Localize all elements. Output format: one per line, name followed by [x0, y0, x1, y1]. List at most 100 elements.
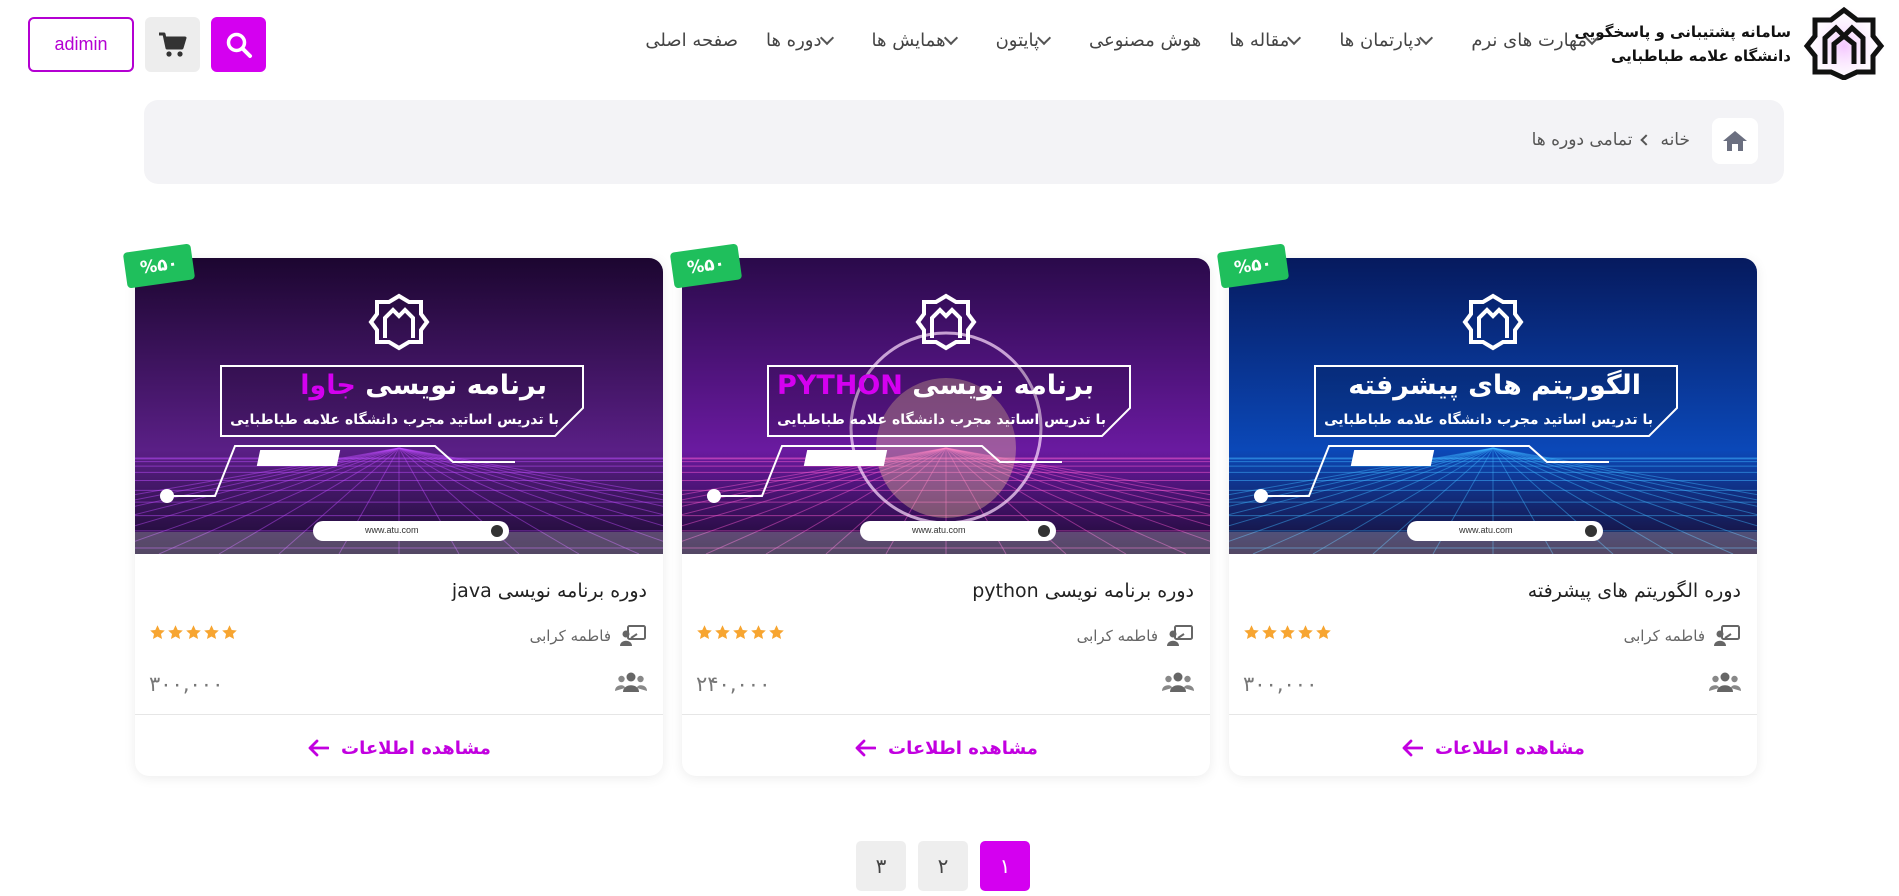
page-button-1[interactable]: ۱: [980, 841, 1030, 891]
user-account-button[interactable]: adimin: [28, 17, 134, 72]
star-icon: [751, 625, 766, 640]
star-icon: [697, 625, 712, 640]
course-title[interactable]: دوره الگوریتم های پیشرفته: [1528, 580, 1741, 602]
page-button-2[interactable]: ۲: [918, 841, 968, 891]
banner-subtitle: با تدریس اساتید مجرب دانشگاه علامه طباطب…: [230, 412, 559, 428]
star-icon: [1280, 625, 1295, 640]
breadcrumb-trail: خانه تمامی دوره ها: [1532, 130, 1690, 150]
arrow-left-icon: [308, 739, 330, 757]
chevron-down-icon: [1584, 30, 1600, 45]
search-button[interactable]: [211, 17, 266, 72]
course-teacher: فاطمه کرابی: [530, 624, 647, 648]
arrow-left-icon: [855, 739, 877, 757]
banner-subtitle: با تدریس اساتید مجرب دانشگاه علامه طباطب…: [1324, 412, 1653, 428]
banner-title-text: الگوریتم های پیشرفته: [1348, 370, 1641, 401]
banner-subtitle: با تدریس اساتید مجرب دانشگاه علامه طباطب…: [777, 412, 1106, 428]
banner-title-highlight: PYTHON: [776, 370, 903, 401]
university-logo[interactable]: [1803, 6, 1885, 84]
card-divider: [682, 714, 1210, 715]
teacher-name: فاطمه کرابی: [529, 627, 611, 645]
nav-item-python[interactable]: پایتون: [996, 30, 1061, 51]
students-count: [1709, 670, 1741, 698]
view-details-button[interactable]: مشاهده اطلاعات: [682, 728, 1210, 768]
teacher-icon: [620, 625, 646, 646]
course-card[interactable]: %۵۰ الگوریتم های پیشرفته با تدریس اساتید …: [1216, 243, 1757, 776]
pagination: ۱ ۲ ۳: [856, 841, 1030, 891]
chevron-down-icon: [1287, 30, 1302, 45]
users-icon: [1162, 672, 1194, 692]
course-banner-image[interactable]: الگوریتم های پیشرفته با تدریس اساتید مجر…: [1229, 258, 1757, 554]
course-title[interactable]: دوره برنامه نویسی java: [452, 580, 647, 602]
nav-item-label: همایش ها: [871, 30, 946, 51]
home-icon: [1723, 131, 1747, 151]
banner-title: برنامه نویسی PYTHON: [777, 370, 1094, 401]
course-card[interactable]: %۵۰ برنامه نویسی PYTHON با تدریس اساتید مج…: [669, 243, 1210, 776]
view-details-label: مشاهده اطلاعات: [888, 737, 1038, 759]
card-divider: [135, 714, 663, 715]
main-nav: صفحه اصلی دوره ها همایش ها پایتون هوش مص…: [617, 30, 1609, 51]
chevron-left-icon: [1640, 134, 1653, 146]
banner-url: www.atu.com: [1459, 525, 1513, 535]
course-card[interactable]: %۵۰ برنامه نویسی جاوا با تدریس اساتید مجرب…: [122, 243, 663, 776]
chevron-down-icon: [1036, 30, 1052, 45]
breadcrumb-home-link[interactable]: خانه: [1660, 130, 1690, 150]
rating-stars: [696, 624, 785, 641]
search-icon: [226, 32, 252, 58]
course-banner-image[interactable]: برنامه نویسی PYTHON با تدریس اساتید مجرب …: [682, 258, 1210, 554]
breadcrumb-home-button[interactable]: [1712, 118, 1758, 164]
nav-item-departments[interactable]: دپارتمان ها: [1339, 30, 1443, 51]
course-title[interactable]: دوره برنامه نویسی python: [972, 580, 1194, 602]
star-icon: [222, 625, 237, 640]
students-count: [1162, 670, 1194, 698]
course-price: ۳۰۰,۰۰۰: [1243, 672, 1318, 696]
nav-item-ai[interactable]: هوش مصنوعی: [1089, 30, 1201, 51]
star-icon: [168, 625, 183, 640]
nav-item-conferences[interactable]: همایش ها: [872, 30, 968, 51]
star-icon: [769, 625, 784, 640]
banner-title: برنامه نویسی جاوا: [300, 370, 547, 401]
view-details-button[interactable]: مشاهده اطلاعات: [1229, 728, 1757, 768]
site-header: سامانه پشتیبانی و پاسخگویی دانشگاه علامه…: [0, 0, 1899, 88]
nav-item-articles[interactable]: مقاله ها: [1229, 30, 1311, 51]
teacher-name: فاطمه کرابی: [1623, 627, 1705, 645]
rating-stars: [149, 624, 238, 641]
nav-item-label: دوره ها: [765, 30, 822, 51]
nav-item-home[interactable]: صفحه اصلی: [645, 30, 738, 51]
nav-item-label: مقاله ها: [1229, 30, 1290, 51]
banner-title: الگوریتم های پیشرفته: [1348, 370, 1641, 401]
chevron-down-icon: [1419, 30, 1434, 45]
teacher-icon: [1714, 625, 1740, 646]
star-icon: [204, 625, 219, 640]
teacher-icon: [1167, 625, 1193, 646]
star-icon: [1298, 625, 1313, 640]
star-icon: [1316, 625, 1331, 640]
users-icon: [615, 672, 647, 692]
chevron-down-icon: [819, 30, 834, 45]
banner-url: www.atu.com: [365, 525, 419, 535]
breadcrumb: خانه تمامی دوره ها: [144, 100, 1784, 184]
breadcrumb-current: تمامی دوره ها: [1531, 130, 1633, 150]
course-price: ۳۰۰,۰۰۰: [149, 672, 224, 696]
view-details-label: مشاهده اطلاعات: [1435, 737, 1585, 759]
nav-item-courses[interactable]: دوره ها: [766, 30, 844, 51]
nav-item-label: دپارتمان ها: [1339, 30, 1422, 51]
students-count: [615, 670, 647, 698]
page-button-3[interactable]: ۳: [856, 841, 906, 891]
teacher-name: فاطمه کرابی: [1076, 627, 1158, 645]
star-icon: [1262, 625, 1277, 640]
star-icon: [733, 625, 748, 640]
banner-title-text: برنامه نویسی: [365, 370, 547, 401]
course-banner-image[interactable]: برنامه نویسی جاوا با تدریس اساتید مجرب دا…: [135, 258, 663, 554]
nav-item-soft-skills[interactable]: مهارت های نرم: [1471, 30, 1609, 51]
banner-url: www.atu.com: [912, 525, 966, 535]
cart-button[interactable]: [145, 17, 200, 72]
rating-stars: [1243, 624, 1332, 641]
star-icon: [150, 625, 165, 640]
nav-item-label: هوش مصنوعی: [1089, 30, 1202, 51]
view-details-button[interactable]: مشاهده اطلاعات: [135, 728, 663, 768]
star-icon: [186, 625, 201, 640]
nav-item-label: مهارت های نرم: [1471, 30, 1587, 51]
card-divider: [1229, 714, 1757, 715]
arrow-left-icon: [1402, 739, 1424, 757]
banner-title-highlight: جاوا: [300, 370, 356, 401]
